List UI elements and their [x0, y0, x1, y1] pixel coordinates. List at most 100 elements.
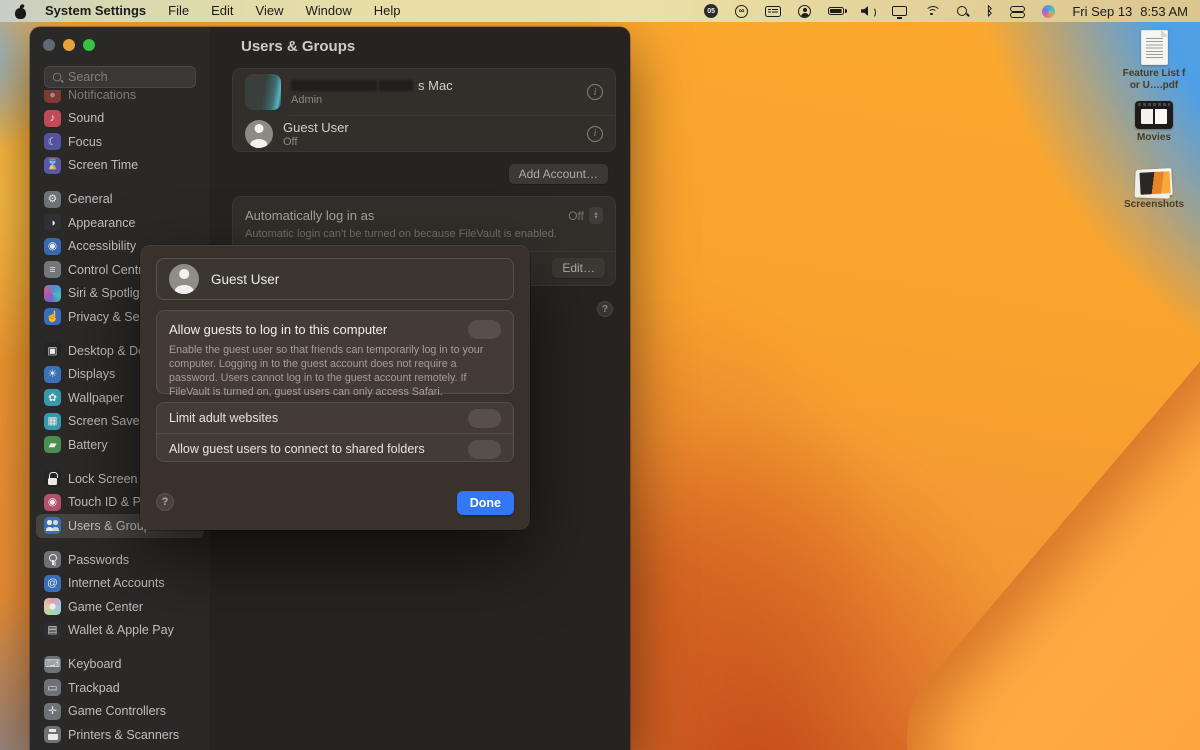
desktop-icon-label: Feature List for U….pdf [1121, 68, 1187, 92]
sidebar-item[interactable]: ⌨ Keyboard [36, 653, 204, 677]
menubar-menu-item[interactable]: Help [364, 0, 411, 22]
wifi-icon[interactable] [924, 6, 939, 17]
sidebar-item-icon: ☝ [44, 308, 61, 325]
control-center-icon[interactable] [1010, 6, 1025, 17]
sidebar-item[interactable]: Game Center [36, 595, 204, 619]
sidebar-item-icon: ☾ [44, 133, 61, 150]
sidebar-item[interactable]: ⚙ General [36, 188, 204, 212]
allow-guests-label: Allow guests to log in to this computer [169, 322, 387, 337]
sidebar-item[interactable]: @ Internet Accounts [36, 572, 204, 596]
battery-icon[interactable] [828, 7, 844, 16]
help-button[interactable]: ? [597, 301, 613, 317]
sidebar-item-label: Notifications [68, 90, 136, 102]
sidebar-item-label: Game Center [68, 600, 143, 614]
limit-websites-toggle[interactable] [468, 409, 501, 428]
sidebar-item-label: Wallpaper [68, 391, 124, 405]
zoom-button[interactable] [83, 39, 95, 51]
menubar-menu-item[interactable]: View [246, 0, 294, 22]
desktop-icon[interactable]: Screenshots [1114, 169, 1194, 211]
sidebar-item-label: Printers & Scanners [68, 728, 179, 742]
menubar-menu-item[interactable]: Window [295, 0, 361, 22]
allow-guests-toggle[interactable] [468, 320, 501, 339]
dialog-guest-user-card: Guest User [156, 258, 514, 300]
user-row-admin[interactable]: s Mac Admin i [233, 69, 615, 115]
sidebar-item-label: General [68, 192, 112, 206]
reader-card-icon[interactable] [765, 6, 781, 17]
sidebar-item-icon: ♪ [44, 110, 61, 127]
sidebar-item-label: Displays [68, 367, 115, 381]
creative-cloud-icon[interactable] [735, 5, 748, 18]
display-icon[interactable] [892, 6, 907, 16]
sidebar-item-icon: ▰ [44, 436, 61, 453]
spotlight-search-icon[interactable] [956, 5, 969, 18]
user-role: Admin [291, 94, 453, 106]
sidebar-item[interactable]: ☾ Focus [36, 130, 204, 154]
sidebar-item[interactable]: Printers & Scanners [36, 723, 204, 747]
sidebar-item-icon: @ [44, 575, 61, 592]
info-icon[interactable]: i [587, 126, 603, 142]
search-input[interactable] [68, 70, 178, 84]
done-button[interactable]: Done [457, 491, 514, 515]
desktop-icon[interactable]: Feature List for U….pdf [1114, 30, 1194, 92]
sidebar-search[interactable] [44, 66, 196, 88]
status-badge-icon[interactable]: 05 [704, 4, 718, 18]
limit-websites-row: Limit adult websites [157, 403, 513, 433]
desktop-icon-area: Feature List for U….pdf Movies Screensho… [1114, 0, 1194, 300]
shared-folders-label: Allow guest users to connect to shared f… [169, 442, 425, 456]
desktop-icon[interactable]: Movies [1114, 101, 1194, 144]
sidebar-item-label: Trackpad [68, 681, 120, 695]
guest-options-section: Limit adult websites Allow guest users t… [156, 402, 514, 462]
user-name: Guest User [283, 120, 349, 135]
sidebar-item[interactable]: ◑ Appearance [36, 211, 204, 235]
desktop-icon-label: Screenshots [1121, 199, 1187, 211]
sidebar-item-icon: ⌨ [44, 656, 61, 673]
sidebar-item[interactable]: ▭ Trackpad [36, 676, 204, 700]
menu-bar: System SettingsFileEditViewWindowHelp 05… [0, 0, 1200, 22]
shared-folders-toggle[interactable] [468, 440, 501, 459]
auto-login-stepper[interactable]: ▴▾ [589, 207, 603, 224]
siri-icon[interactable] [1042, 5, 1055, 18]
sidebar-item-label: Sound [68, 111, 104, 125]
dialog-help-button[interactable]: ? [156, 493, 174, 511]
menubar-menu-item[interactable]: Edit [201, 0, 243, 22]
sidebar-item-icon: ● [44, 90, 61, 103]
menubar-menu-item[interactable]: System Settings [35, 0, 156, 22]
window-controls [43, 39, 95, 51]
menubar-clock[interactable]: Fri Sep 13 8:53 AM [1072, 4, 1188, 19]
sidebar-item[interactable]: ▤ Wallet & Apple Pay [36, 619, 204, 643]
apple-menu-icon[interactable] [14, 4, 27, 19]
sidebar-item[interactable]: ⌛ Screen Time [36, 154, 204, 178]
sidebar-item-icon [44, 726, 61, 743]
sidebar-item[interactable]: Passwords [36, 548, 204, 572]
menubar-menus: System SettingsFileEditViewWindowHelp [12, 0, 410, 22]
guest-user-name: Guest User [211, 272, 279, 287]
sidebar-item-label: Accessibility [68, 239, 136, 253]
menubar-status-area: 05 ᛒ Fri Sep 13 8:53 AM [704, 4, 1188, 19]
user-switch-icon[interactable] [798, 5, 811, 18]
edit-button[interactable]: Edit… [552, 258, 605, 278]
sidebar-item-label: Screen Time [68, 158, 138, 172]
sidebar-item[interactable]: ● Notifications [36, 90, 204, 107]
menubar-menu-item[interactable]: File [158, 0, 199, 22]
minimize-button[interactable] [63, 39, 75, 51]
sidebar-item-label: Keyboard [68, 657, 122, 671]
close-button[interactable] [43, 39, 55, 51]
auto-login-value: Off [568, 209, 584, 223]
sidebar-item[interactable]: ♪ Sound [36, 107, 204, 131]
clock-time: 8:53 AM [1140, 4, 1188, 19]
info-icon[interactable]: i [587, 84, 603, 100]
sidebar-item-icon [44, 470, 61, 487]
sidebar-item[interactable]: ✛ Game Controllers [36, 700, 204, 724]
volume-icon[interactable] [861, 6, 875, 17]
sidebar-item-label: Internet Accounts [68, 576, 165, 590]
sidebar-item-icon: ⚙ [44, 191, 61, 208]
bluetooth-icon[interactable]: ᛒ [986, 5, 993, 17]
sidebar-item-icon: ✛ [44, 703, 61, 720]
user-row-guest[interactable]: Guest User Off i [233, 115, 615, 152]
sidebar-item-label: Lock Screen [68, 472, 137, 486]
sidebar-item-icon [44, 517, 61, 534]
sidebar-item-icon: ◉ [44, 238, 61, 255]
sidebar-item-label: Screen Saver [68, 414, 144, 428]
add-account-button[interactable]: Add Account… [509, 164, 608, 184]
desktop-icon-label: Movies [1121, 132, 1187, 144]
